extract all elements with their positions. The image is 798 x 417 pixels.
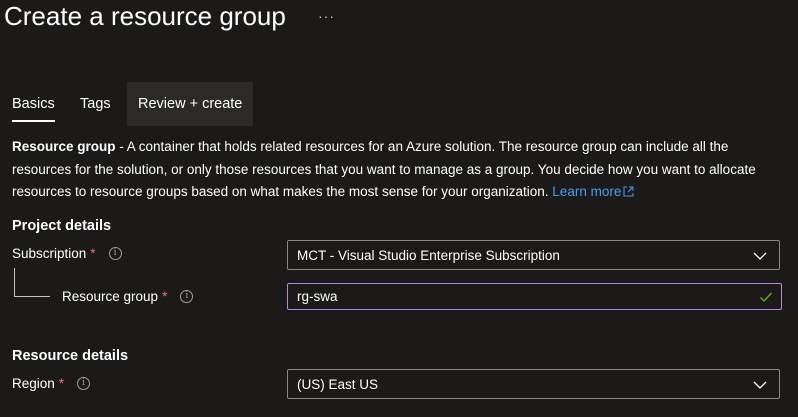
learn-more-link[interactable]: Learn more — [552, 184, 634, 199]
info-icon[interactable]: i — [77, 377, 91, 390]
required-asterisk: * — [90, 246, 96, 261]
learn-more-label: Learn more — [552, 184, 622, 199]
required-asterisk: * — [162, 289, 168, 304]
resource-group-label: Resource group * i — [62, 289, 194, 304]
page-title: Create a resource group — [4, 1, 286, 31]
tab-basics[interactable]: Basics — [12, 82, 55, 126]
subscription-dropdown[interactable]: MCT - Visual Studio Enterprise Subscript… — [287, 240, 780, 270]
external-link-icon — [623, 186, 634, 197]
project-details-heading: Project details — [12, 218, 112, 234]
checkmark-icon — [760, 292, 772, 302]
chevron-down-icon — [753, 381, 767, 389]
chevron-down-icon — [753, 252, 767, 260]
subscription-value: MCT - Visual Studio Enterprise Subscript… — [297, 247, 560, 263]
tab-review-create[interactable]: Review + create — [127, 82, 254, 126]
region-value: (US) East US — [297, 376, 379, 392]
subscription-label: Subscription * i — [12, 246, 122, 261]
region-dropdown[interactable]: (US) East US — [287, 369, 780, 399]
resource-group-input[interactable]: rg-swa — [287, 283, 782, 310]
info-icon[interactable]: i — [108, 247, 122, 260]
tab-tags[interactable]: Tags — [80, 82, 111, 126]
more-options-icon[interactable]: ··· — [318, 8, 335, 24]
subscription-label-text: Subscription — [12, 246, 87, 261]
resource-group-value: rg-swa — [297, 289, 338, 304]
info-icon[interactable]: i — [180, 290, 194, 303]
tree-connector-horizontal — [14, 296, 50, 297]
required-asterisk: * — [58, 376, 65, 391]
tree-connector-vertical — [14, 268, 15, 296]
description-text: - A container that holds related resourc… — [12, 139, 756, 199]
region-label: Region * i — [12, 376, 91, 391]
resource-details-heading: Resource details — [12, 348, 129, 364]
description-term: Resource group — [12, 139, 116, 154]
resource-group-label-text: Resource group — [62, 289, 159, 304]
region-label-text: Region — [12, 376, 55, 391]
resource-group-description: Resource group - A container that holds … — [12, 136, 782, 204]
